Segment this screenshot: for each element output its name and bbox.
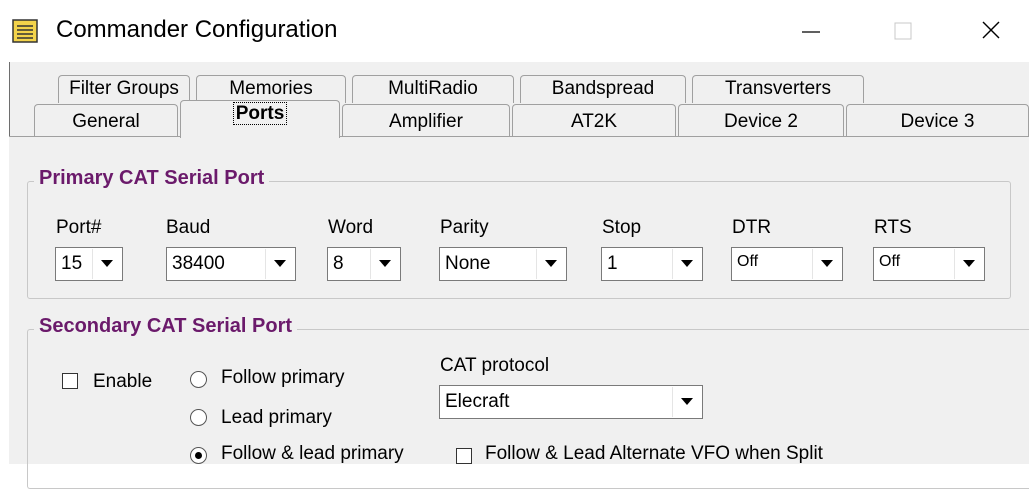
chevron-down-icon[interactable] — [812, 249, 841, 279]
word-value: 8 — [333, 253, 344, 274]
chevron-down-icon[interactable] — [536, 249, 565, 279]
tab-label: Amplifier — [389, 111, 463, 132]
chevron-down-icon[interactable] — [265, 249, 294, 279]
maximize-icon — [894, 22, 912, 40]
tab-device-2[interactable]: Device 2 — [678, 104, 844, 136]
alt-vfo-checkbox[interactable] — [456, 448, 472, 464]
app-icon — [12, 18, 38, 44]
tab-bandspread[interactable]: Bandspread — [520, 75, 686, 103]
lead-primary-radio[interactable] — [190, 409, 207, 426]
dtr-select[interactable]: Off — [731, 247, 843, 281]
tab-label: Device 3 — [900, 111, 975, 132]
minimize-icon — [802, 31, 820, 33]
alt-vfo-label: Follow & Lead Alternate VFO when Split — [485, 443, 823, 464]
tab-memories[interactable]: Memories — [196, 75, 346, 103]
chevron-down-icon[interactable] — [370, 249, 399, 279]
stop-select[interactable]: 1 — [601, 247, 703, 281]
close-icon — [982, 21, 1000, 39]
rts-value: Off — [879, 253, 901, 270]
port-select[interactable]: 15 — [55, 247, 123, 281]
baud-value: 38400 — [172, 253, 225, 274]
tab-label: MultiRadio — [388, 78, 478, 99]
dtr-value: Off — [737, 253, 759, 270]
tab-at2k[interactable]: AT2K — [512, 104, 676, 136]
word-select[interactable]: 8 — [327, 247, 401, 281]
dtr-label: DTR — [732, 217, 772, 238]
enable-checkbox[interactable] — [62, 373, 78, 389]
port-label: Port# — [56, 217, 102, 238]
follow-primary-radio[interactable] — [190, 371, 207, 388]
cat-protocol-value: Elecraft — [445, 391, 510, 412]
baud-label: Baud — [166, 217, 211, 238]
follow-lead-primary-label: Follow & lead primary — [221, 443, 404, 464]
maximize-button[interactable] — [880, 10, 926, 50]
parity-select[interactable]: None — [439, 247, 567, 281]
stop-value: 1 — [607, 253, 618, 274]
tab-label: General — [72, 111, 140, 132]
follow-primary-label: Follow primary — [221, 367, 345, 388]
chevron-down-icon[interactable] — [672, 249, 701, 279]
radio-selected-dot — [195, 452, 202, 459]
tab-label: AT2K — [570, 111, 618, 132]
tab-general[interactable]: General — [34, 104, 178, 136]
word-label: Word — [328, 217, 374, 238]
close-button[interactable] — [968, 10, 1014, 50]
tab-ports[interactable]: Ports — [180, 100, 340, 138]
enable-label: Enable — [93, 371, 153, 392]
lead-primary-label: Lead primary — [221, 407, 332, 428]
rts-label: RTS — [874, 217, 912, 238]
tab-label: Transverters — [725, 78, 831, 99]
port-value: 15 — [61, 253, 83, 274]
cat-protocol-label: CAT protocol — [440, 355, 550, 376]
tab-amplifier[interactable]: Amplifier — [342, 104, 510, 136]
primary-cat-legend: Primary CAT Serial Port — [34, 167, 270, 190]
tab-label: Device 2 — [724, 111, 798, 132]
tab-label: Filter Groups — [69, 78, 179, 99]
chevron-down-icon[interactable] — [954, 249, 983, 279]
cat-protocol-select[interactable]: Elecraft — [439, 385, 703, 419]
window-title: Commander Configuration — [56, 16, 338, 43]
parity-label: Parity — [440, 217, 489, 238]
chevron-down-icon[interactable] — [92, 249, 121, 279]
tab-label: Bandspread — [551, 78, 655, 99]
stop-label: Stop — [602, 217, 642, 238]
minimize-button[interactable] — [788, 10, 834, 50]
tab-filter-groups[interactable]: Filter Groups — [58, 75, 190, 103]
primary-cat-group: Primary CAT Serial Port — [27, 167, 1011, 299]
ports-tab-panel: Primary CAT Serial Port Port# Baud Word … — [9, 136, 1029, 489]
tab-multiradio[interactable]: MultiRadio — [352, 75, 514, 103]
follow-lead-primary-radio[interactable] — [190, 447, 207, 464]
tab-transverters[interactable]: Transverters — [692, 75, 864, 103]
rts-select[interactable]: Off — [873, 247, 985, 281]
chevron-down-icon[interactable] — [672, 387, 701, 417]
secondary-cat-legend: Secondary CAT Serial Port — [34, 315, 298, 338]
title-bar: Commander Configuration — [0, 0, 1029, 62]
baud-select[interactable]: 38400 — [166, 247, 296, 281]
tab-device-3[interactable]: Device 3 — [846, 104, 1029, 136]
tab-label: Memories — [229, 78, 313, 99]
tab-label: Ports — [232, 102, 288, 125]
parity-value: None — [445, 253, 491, 274]
